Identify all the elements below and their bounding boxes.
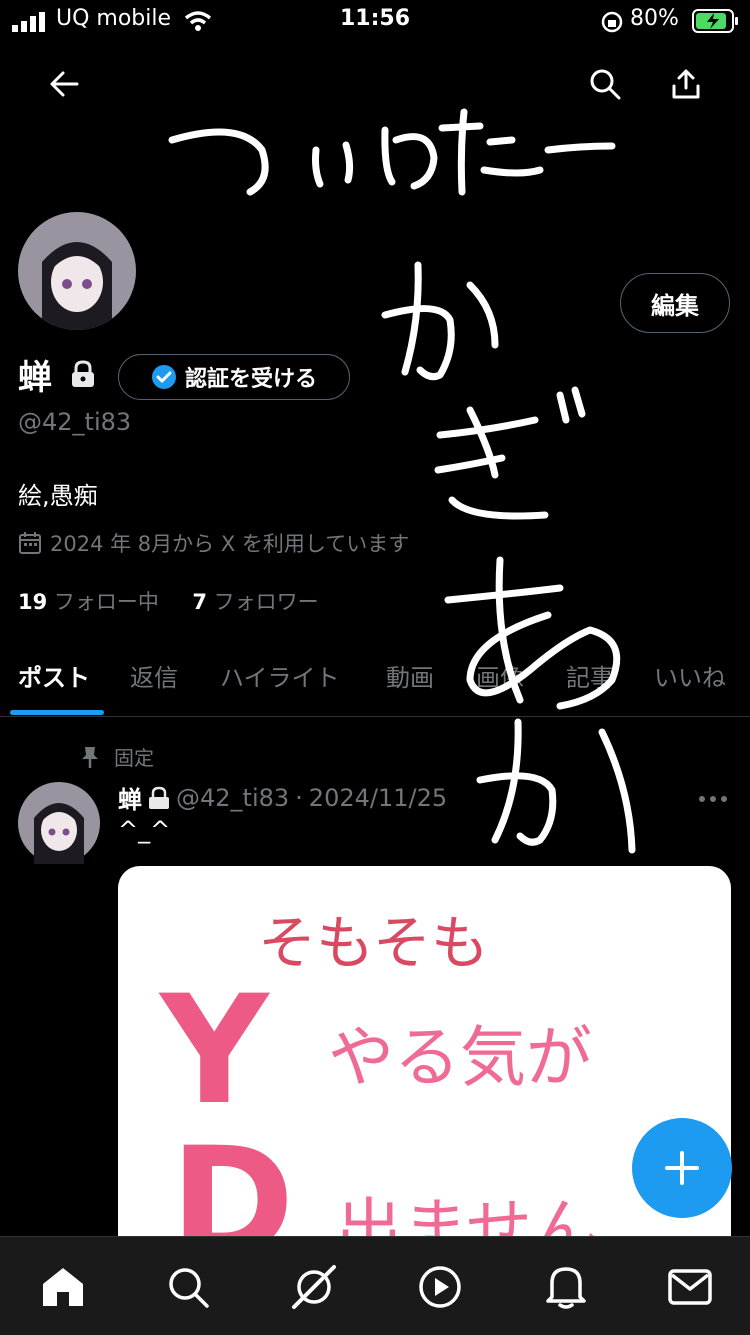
image-text-line1: そもそも [258,909,489,977]
battery-percent: 80% [630,6,679,31]
active-tab-indicator [10,710,104,715]
mail-icon [668,1269,712,1305]
home-icon [43,1268,83,1306]
post-more-button[interactable] [698,782,728,810]
following-label: フォロー中 [53,590,159,614]
nav-explore[interactable] [160,1259,216,1315]
tab-highlights[interactable]: ハイライト [220,658,340,693]
nav-video[interactable] [412,1259,468,1315]
handwriting-strokes [168,108,636,854]
get-verified-button[interactable]: 認証を受ける [118,354,350,400]
tab-likes[interactable]: いいね [654,658,726,693]
tab-replies[interactable]: 返信 [130,658,178,693]
followers-link[interactable]: 7 フォロワー [192,590,318,614]
nav-home[interactable] [35,1259,91,1315]
profile-avatar[interactable] [18,212,136,330]
search-button[interactable] [577,56,633,112]
post-author-handle: @42_ti83 [176,783,290,812]
nav-messages[interactable] [662,1259,718,1315]
search-icon [169,1268,209,1308]
follow-stats: 19 フォロー中 7 フォロワー [18,586,319,616]
play-circle-icon [419,1266,461,1308]
image-text-line2: やる気が [328,1019,592,1096]
post-date: 2024/11/25 [308,783,448,812]
plus-icon [665,1151,699,1185]
following-link[interactable]: 19 フォロー中 [18,590,159,614]
profile-handle: @42_ti83 [18,408,132,436]
nav-grok[interactable] [286,1259,342,1315]
more-dots-icon [699,796,727,802]
compose-button[interactable] [632,1118,732,1218]
pinned-indicator: 固定 [80,742,154,771]
tab-media[interactable]: 画像 [476,658,524,693]
image-letter-y: Y [160,964,269,1138]
post-header: 蝉 @42_ti83 · 2024/11/25 [118,780,447,815]
arrow-left-icon [50,71,79,97]
profile-name: 蝉 [18,358,52,398]
pinned-label: 固定 [114,746,154,770]
lock-icon [149,786,169,809]
post-avatar[interactable] [18,782,100,864]
image-letter-d: D [170,1116,295,1246]
pin-icon [82,746,98,768]
battery-icon [692,9,738,33]
tab-posts[interactable]: ポスト [18,658,90,693]
avatar-illustration [18,212,136,330]
share-icon [672,69,700,99]
rotation-lock-icon [601,11,623,33]
followers-label: フォロワー [213,590,319,614]
tab-articles[interactable]: 記事 [566,658,614,693]
search-icon [590,69,621,100]
status-bar: UQ mobile 11:56 80% [0,0,750,44]
followers-count: 7 [192,590,207,614]
edit-profile-button[interactable]: 編集 [620,273,730,333]
profile-bio: 絵,愚痴 [18,482,98,510]
bottom-nav [0,1236,750,1335]
avatar-illustration [18,782,100,864]
joined-date: 2024 年 8月から X を利用しています [18,528,409,558]
lock-icon [72,360,94,387]
bell-icon [546,1267,586,1309]
grok-icon [292,1265,336,1309]
nav-notifications[interactable] [538,1259,594,1315]
get-verified-label: 認証を受ける [184,367,317,392]
profile-tabs: ポスト 返信 ハイライト 動画 画像 記事 いいね [0,648,750,717]
tab-videos[interactable]: 動画 [386,658,434,693]
back-button[interactable] [36,56,92,112]
share-button[interactable] [658,56,714,112]
post-text: ^_^ [118,816,171,844]
joined-text: 2024 年 8月から X を利用しています [50,532,410,556]
verified-badge-icon [151,365,176,389]
post-author-name[interactable]: 蝉 [118,780,142,815]
following-count: 19 [18,590,48,614]
post-separator: · [295,783,303,812]
calendar-icon [19,532,41,554]
